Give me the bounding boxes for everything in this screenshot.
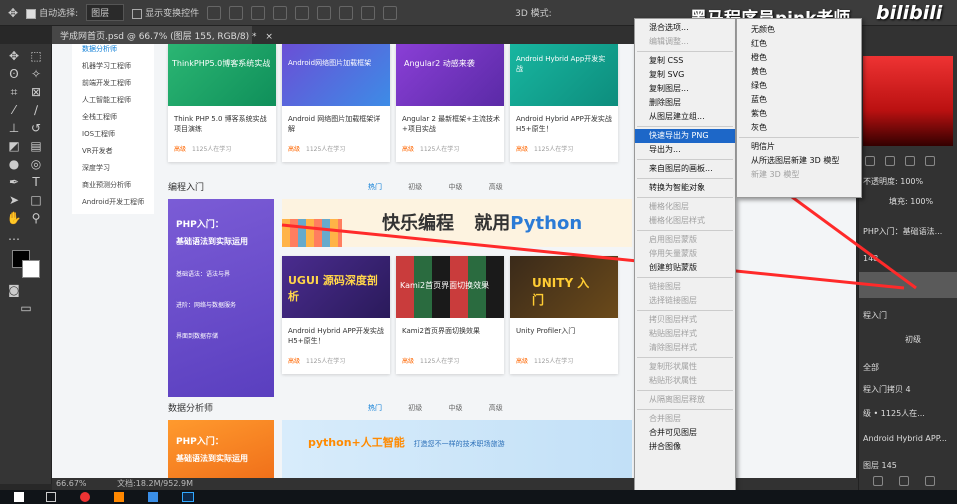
submenu-item[interactable]: 黄色	[737, 65, 861, 79]
photoshop-icon[interactable]	[182, 492, 194, 502]
menu-separator	[637, 357, 733, 358]
submenu-item[interactable]: 紫色	[737, 107, 861, 121]
windows-taskbar	[0, 490, 957, 504]
menu-item[interactable]: 混合选项...	[635, 21, 735, 35]
menu-separator	[637, 159, 733, 160]
menu-item[interactable]: 从图层建立组...	[635, 110, 735, 124]
menu-separator	[637, 310, 733, 311]
menu-item[interactable]: 创建剪贴蒙版	[635, 261, 735, 275]
submenu-item[interactable]: 绿色	[737, 79, 861, 93]
task-view-icon[interactable]	[46, 492, 56, 502]
menu-separator	[637, 390, 733, 391]
menu-item: 粘贴形状属性	[649, 376, 697, 385]
arrow-line	[281, 223, 905, 290]
submenu-item[interactable]: 红色	[737, 37, 861, 51]
menu-item[interactable]: 快速导出为 PNG	[635, 129, 735, 143]
menu-item[interactable]: 复制图层...	[635, 82, 735, 96]
menu-separator	[739, 137, 859, 138]
menu-item[interactable]: 删除图层	[635, 96, 735, 110]
menu-item[interactable]: 来自图层的画板...	[635, 162, 735, 176]
menu-item: 粘贴图层样式	[649, 329, 697, 338]
submenu-item[interactable]: 无颜色	[737, 23, 861, 37]
menu-item: 拷贝图层样式	[649, 315, 697, 324]
menu-item: 栅格化图层样式	[649, 216, 705, 225]
menu-separator	[637, 178, 733, 179]
menu-separator	[637, 197, 733, 198]
menu-item: 编辑调整...	[649, 37, 689, 46]
color-submenu: 无颜色 红色 橙色 黄色 绿色 蓝色 紫色 灰色明信片 从所选图层新建 3D 模型新建 3D 模…	[736, 18, 862, 198]
submenu-item[interactable]: 灰色	[737, 121, 861, 135]
browser-icon[interactable]	[80, 492, 90, 502]
menu-item: 栅格化图层	[649, 202, 689, 211]
menu-item: 停用矢量蒙版	[649, 249, 697, 258]
submenu-item[interactable]: 明信片	[737, 140, 861, 154]
app-icon[interactable]	[114, 492, 124, 502]
submenu-item[interactable]: 蓝色	[737, 93, 861, 107]
app-icon[interactable]	[148, 492, 158, 502]
menu-item: 清除图层样式	[649, 343, 697, 352]
menu-item[interactable]: 拼合图像	[635, 440, 735, 454]
menu-item: 链接图层	[649, 282, 681, 291]
menu-item[interactable]: 复制 SVG	[635, 68, 735, 82]
submenu-item[interactable]: 橙色	[737, 51, 861, 65]
menu-item: 复制形状属性	[649, 362, 697, 371]
menu-separator	[637, 277, 733, 278]
menu-item: 启用图层蒙版	[649, 235, 697, 244]
menu-item[interactable]: 合并可见图层	[635, 426, 735, 440]
menu-item: 选择链接图层	[649, 296, 697, 305]
menu-separator	[637, 51, 733, 52]
menu-separator	[637, 230, 733, 231]
submenu-item: 新建 3D 模型	[751, 170, 800, 179]
menu-item[interactable]: 复制 CSS	[635, 54, 735, 68]
start-icon[interactable]	[14, 492, 24, 502]
menu-item[interactable]: 导出为...	[635, 143, 735, 157]
menu-item: 从隔离图层释放	[649, 395, 705, 404]
submenu-item[interactable]: 从所选图层新建 3D 模型	[737, 154, 861, 168]
menu-item: 合并图层	[649, 414, 681, 423]
menu-item[interactable]: 转换为智能对象	[635, 181, 735, 195]
menu-separator	[637, 409, 733, 410]
menu-separator	[637, 126, 733, 127]
context-menu: 混合选项... 编辑调整... 复制 CSS 复制 SVG 复制图层... 删除图层 从图层…	[634, 18, 736, 492]
